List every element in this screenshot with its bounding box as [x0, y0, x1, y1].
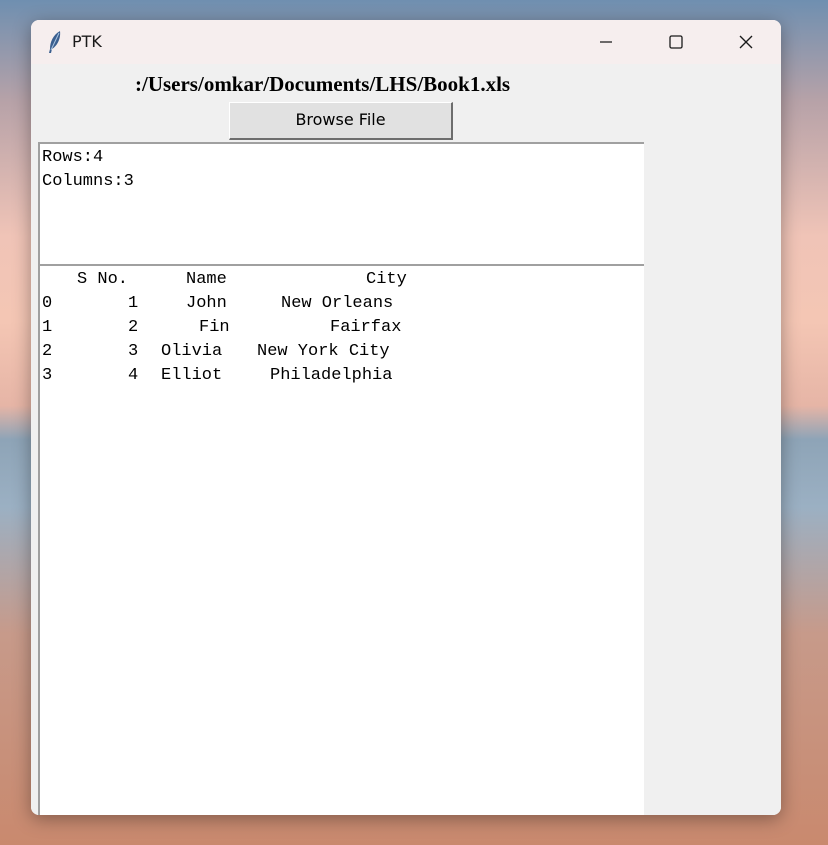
row-sno: 2 [128, 318, 139, 337]
row-index: 2 [42, 342, 53, 361]
table-row: 3 4 Elliot Philadelphia [42, 364, 392, 388]
row-city: Fairfax [330, 318, 402, 337]
rows-count: Rows:4 [42, 148, 104, 167]
header-city: City [366, 270, 407, 289]
table-header-row: S No. Name City [42, 268, 407, 292]
row-city: New York City [257, 342, 390, 361]
header-name: Name [186, 270, 227, 289]
row-name: Elliot [161, 366, 223, 385]
row-name: John [186, 294, 227, 313]
row-index: 0 [42, 294, 53, 313]
table-row: 2 3 Olivia New York City [42, 340, 390, 364]
window-title: PTK [72, 32, 102, 51]
minimize-button[interactable] [571, 20, 641, 64]
row-sno: 3 [128, 342, 139, 361]
header-sno: S No. [77, 270, 129, 289]
close-icon [739, 35, 753, 49]
row-name: Fin [199, 318, 230, 337]
row-index: 3 [42, 366, 53, 385]
minimize-icon [600, 41, 612, 43]
close-button[interactable] [711, 20, 781, 64]
row-city: Philadelphia [270, 366, 393, 385]
row-city: New Orleans [281, 294, 394, 313]
client-area: :/Users/omkar/Documents/LHS/Book1.xls Br… [31, 64, 781, 815]
info-text-box[interactable]: Rows:4 Columns:3 [38, 142, 644, 266]
file-path-label: :/Users/omkar/Documents/LHS/Book1.xls [135, 72, 511, 96]
row-sno: 1 [128, 294, 139, 313]
browse-file-button[interactable]: Browse File [229, 102, 453, 140]
row-index: 1 [42, 318, 53, 337]
title-bar[interactable]: PTK [31, 20, 781, 64]
maximize-icon [669, 35, 683, 49]
columns-count: Columns:3 [42, 172, 134, 191]
table-row: 1 2 Fin Fairfax [42, 316, 401, 340]
row-sno: 4 [128, 366, 139, 385]
table-row: 0 1 John New Orleans [42, 292, 393, 316]
data-table-box[interactable]: S No. Name City 0 1 John New Orleans 1 2… [38, 266, 644, 815]
maximize-button[interactable] [641, 20, 711, 64]
feather-icon [47, 30, 63, 54]
app-window: PTK :/Users/omkar/Documents/LHS/Book1.xl… [31, 20, 781, 815]
row-name: Olivia [161, 342, 223, 361]
